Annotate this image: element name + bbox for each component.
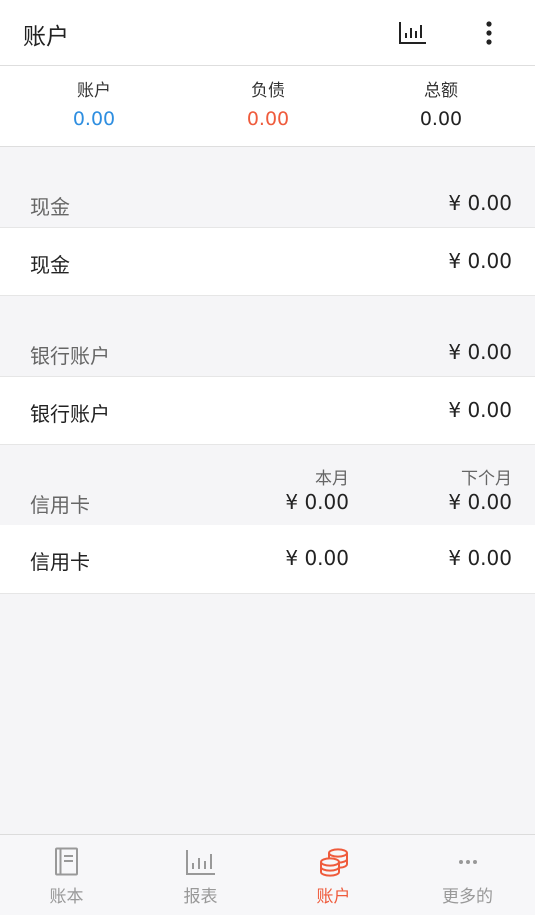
summary-accounts: 账户 0.00 (5, 78, 183, 133)
page-title: 账户 (23, 24, 69, 50)
this-month-amount: ¥ 0.00 (285, 490, 349, 514)
report-chart-icon (185, 850, 215, 875)
group-amount: ¥ 0.00 (448, 191, 512, 215)
more-dots-icon (458, 860, 477, 864)
summary-total-label: 总额 (424, 81, 458, 101)
account-name: 信用卡 (30, 550, 90, 574)
group-name: 信用卡 (30, 493, 90, 517)
account-next-month-amount: ¥ 0.00 (448, 546, 512, 570)
chart-button[interactable] (393, 13, 433, 53)
account-amount: ¥ 0.00 (448, 249, 512, 273)
summary-accounts-label: 账户 (77, 81, 111, 101)
this-month-label: 本月 (315, 469, 349, 489)
tab-ledger-label: 账本 (49, 887, 84, 907)
group-amount: ¥ 0.00 (448, 340, 512, 364)
tab-accounts-label: 账户 (316, 887, 351, 907)
bar-chart-icon (399, 22, 426, 44)
group-name: 现金 (30, 195, 70, 219)
account-this-month-amount: ¥ 0.00 (285, 546, 349, 570)
summary-accounts-value: 0.00 (72, 108, 116, 130)
account-row-credit-card[interactable]: 信用卡 ¥ 0.00 ¥ 0.00 (0, 525, 535, 594)
summary-liabilities-value: 0.00 (246, 108, 290, 130)
summary-liabilities: 负债 0.00 (179, 78, 357, 133)
summary-total-value: 0.00 (419, 108, 463, 130)
tab-accounts[interactable]: 账户 (267, 835, 400, 915)
next-month-amount: ¥ 0.00 (448, 490, 512, 514)
more-menu-button[interactable] (469, 13, 509, 53)
account-row-bank[interactable]: 银行账户 ¥ 0.00 (0, 376, 535, 445)
account-row-cash[interactable]: 现金 ¥ 0.00 (0, 227, 535, 296)
account-name: 现金 (30, 253, 70, 277)
tab-reports[interactable]: 报表 (134, 835, 267, 915)
summary-total: 总额 0.00 (352, 78, 530, 133)
group-header-cash: 现金 ¥ 0.00 (0, 186, 535, 227)
group-name: 银行账户 (30, 344, 110, 368)
tab-more-label: 更多的 (442, 887, 493, 907)
next-month-label: 下个月 (461, 469, 512, 489)
summary-panel: 账户 0.00 负债 0.00 总额 0.00 (0, 66, 535, 147)
more-vertical-icon (486, 21, 492, 45)
ledger-book-icon (54, 847, 78, 876)
summary-liabilities-label: 负债 (251, 81, 285, 101)
tab-ledger[interactable]: 账本 (0, 835, 133, 915)
group-header-credit-card: 信用卡 本月 下个月 ¥ 0.00 ¥ 0.00 (0, 460, 535, 525)
tab-more[interactable]: 更多的 (401, 835, 534, 915)
tab-reports-label: 报表 (183, 887, 218, 907)
account-amount: ¥ 0.00 (448, 398, 512, 422)
coins-icon (319, 848, 348, 877)
app-header: 账户 (0, 0, 535, 66)
account-name: 银行账户 (30, 402, 110, 426)
bottom-tab-bar: 账本 报表 账户 更多的 (0, 834, 535, 915)
group-header-bank: 银行账户 ¥ 0.00 (0, 335, 535, 376)
